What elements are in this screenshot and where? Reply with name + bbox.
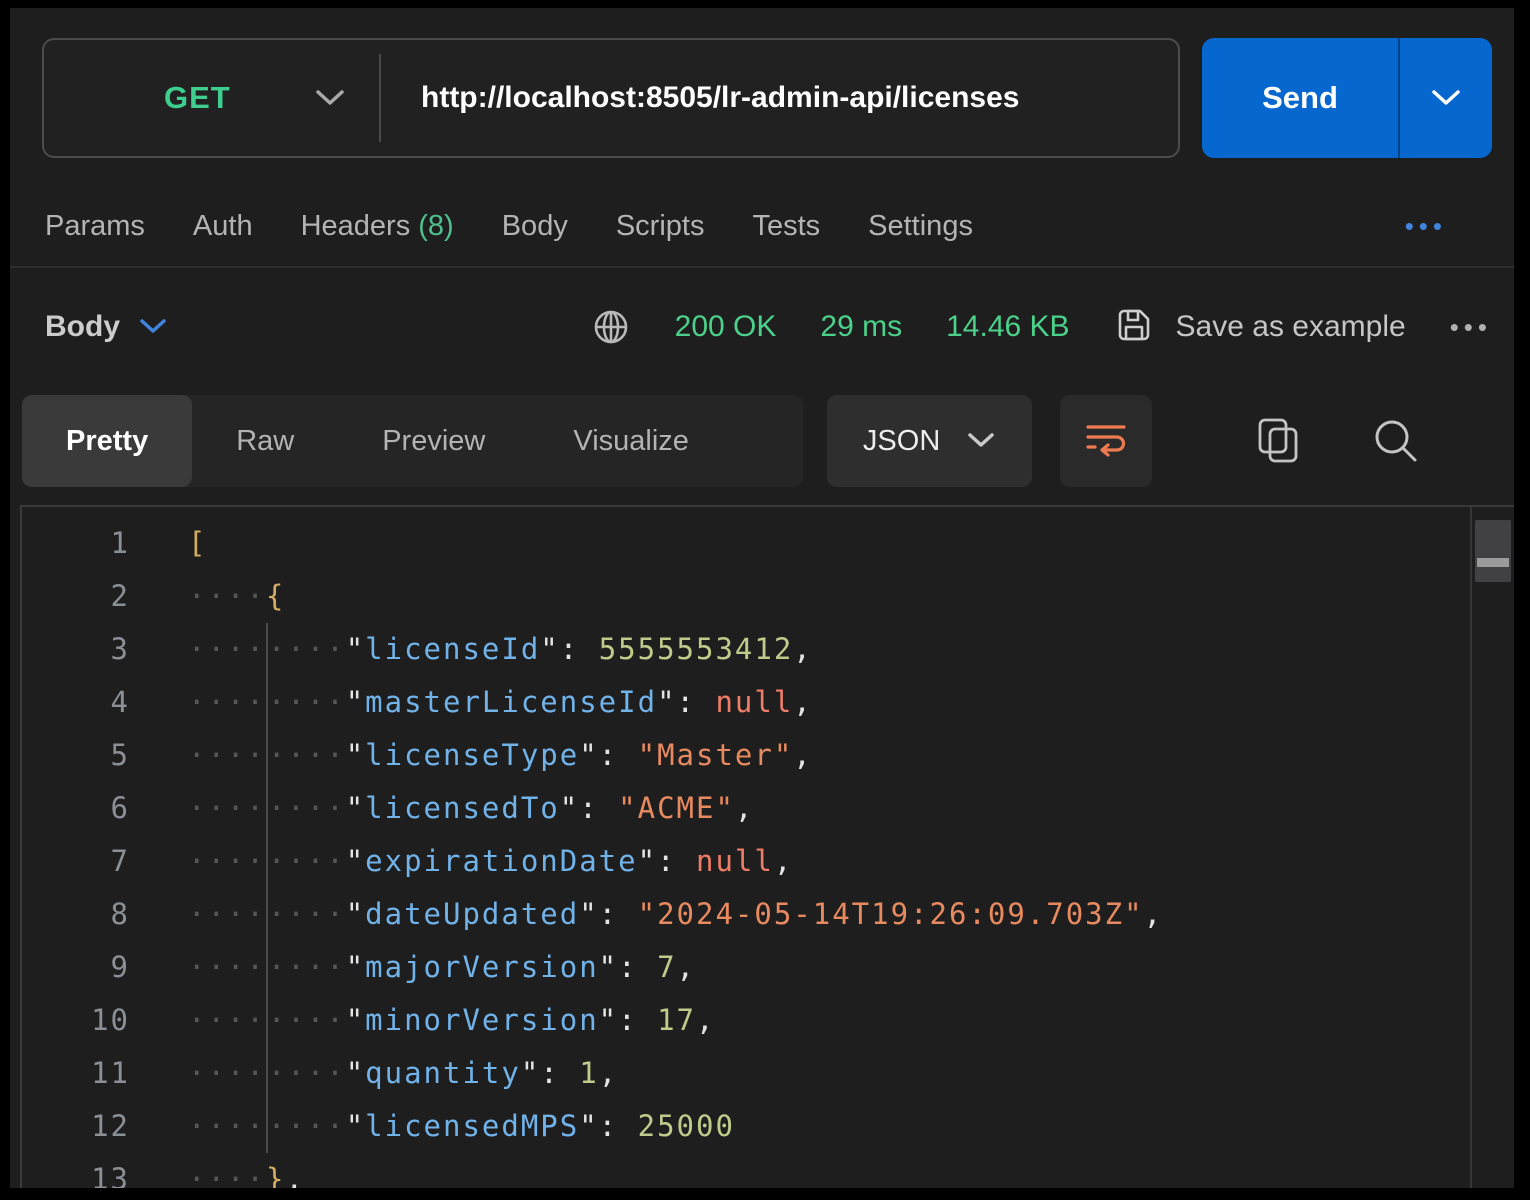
tab-body[interactable]: Body bbox=[502, 210, 568, 243]
line-number: 3 bbox=[22, 623, 130, 676]
tab-auth[interactable]: Auth bbox=[193, 210, 253, 243]
view-tab-visualize[interactable]: Visualize bbox=[529, 395, 733, 487]
line-number: 12 bbox=[22, 1100, 130, 1153]
code-line: 2····{ bbox=[22, 570, 1470, 623]
line-number: 11 bbox=[22, 1047, 130, 1100]
line-number: 7 bbox=[22, 835, 130, 888]
send-options-button[interactable] bbox=[1400, 86, 1492, 110]
line-number: 4 bbox=[22, 676, 130, 729]
method-selector[interactable]: GET bbox=[44, 40, 379, 156]
chevron-down-icon bbox=[138, 317, 168, 337]
code-line: 11········"quantity": 1, bbox=[22, 1047, 1470, 1100]
tab-params[interactable]: Params bbox=[45, 210, 145, 243]
code-lines[interactable]: 1[2····{3········"licenseId": 5555553412… bbox=[22, 507, 1470, 1188]
code-line: 5········"licenseType": "Master", bbox=[22, 729, 1470, 782]
code-line: 10········"minorVersion": 17, bbox=[22, 994, 1470, 1047]
request-tabs: Params Auth Headers (8) Body Scripts Tests Set… bbox=[45, 210, 973, 243]
response-toolbar: PrettyRawPreviewVisualize JSON bbox=[22, 395, 1502, 487]
network-icon[interactable] bbox=[591, 307, 631, 347]
line-number: 10 bbox=[22, 994, 130, 1047]
tab-headers[interactable]: Headers (8) bbox=[301, 210, 454, 243]
scrollbar[interactable] bbox=[1470, 507, 1514, 1188]
response-meta-row: Body 200 OK 29 ms 14.46 KB Save as examp… bbox=[10, 292, 1514, 362]
send-label: Send bbox=[1202, 80, 1398, 116]
section-divider bbox=[10, 266, 1514, 268]
app-window: GET http://localhost:8505/lr-admin-api/l… bbox=[10, 8, 1514, 1188]
line-number: 13 bbox=[22, 1153, 130, 1188]
method-label: GET bbox=[164, 80, 231, 116]
status-badge[interactable]: 200 OK bbox=[675, 310, 777, 344]
view-tab-raw[interactable]: Raw bbox=[192, 395, 338, 487]
code-line: 7········"expirationDate": null, bbox=[22, 835, 1470, 888]
code-line: 4········"masterLicenseId": null, bbox=[22, 676, 1470, 729]
search-icon[interactable] bbox=[1370, 415, 1422, 467]
tab-tests[interactable]: Tests bbox=[752, 210, 820, 243]
send-button[interactable]: Send bbox=[1202, 38, 1492, 158]
copy-icon[interactable] bbox=[1256, 416, 1302, 466]
save-icon bbox=[1114, 305, 1154, 350]
line-number: 8 bbox=[22, 888, 130, 941]
response-size[interactable]: 14.46 KB bbox=[946, 310, 1069, 344]
url-input[interactable]: http://localhost:8505/lr-admin-api/licen… bbox=[381, 40, 1178, 156]
format-label: JSON bbox=[863, 425, 940, 458]
tab-settings[interactable]: Settings bbox=[868, 210, 973, 243]
scrollbar-marker bbox=[1477, 558, 1509, 567]
line-number: 9 bbox=[22, 941, 130, 994]
code-line: 8········"dateUpdated": "2024-05-14T19:2… bbox=[22, 888, 1470, 941]
response-time[interactable]: 29 ms bbox=[820, 310, 902, 344]
line-number: 5 bbox=[22, 729, 130, 782]
code-line: 9········"majorVersion": 7, bbox=[22, 941, 1470, 994]
view-tab-pretty[interactable]: Pretty bbox=[22, 395, 192, 487]
request-url-bar: GET http://localhost:8505/lr-admin-api/l… bbox=[42, 38, 1180, 158]
save-as-example-button[interactable]: Save as example bbox=[1114, 305, 1406, 350]
line-number: 2 bbox=[22, 570, 130, 623]
tab-scripts[interactable]: Scripts bbox=[616, 210, 705, 243]
line-number: 1 bbox=[22, 517, 130, 570]
response-view-tabs: PrettyRawPreviewVisualize bbox=[22, 395, 803, 487]
response-view-label: Body bbox=[45, 310, 120, 344]
scrollbar-thumb[interactable] bbox=[1475, 520, 1511, 582]
code-line: 3········"licenseId": 5555553412, bbox=[22, 623, 1470, 676]
line-number: 6 bbox=[22, 782, 130, 835]
chevron-down-icon bbox=[966, 431, 996, 451]
chevron-down-icon bbox=[313, 87, 347, 109]
response-body-panel: 1[2····{3········"licenseId": 5555553412… bbox=[20, 505, 1514, 1188]
view-tab-preview[interactable]: Preview bbox=[338, 395, 529, 487]
code-line: 6········"licensedTo": "ACME", bbox=[22, 782, 1470, 835]
response-more-button[interactable]: ••• bbox=[1450, 312, 1492, 343]
response-view-selector[interactable]: Body bbox=[45, 310, 168, 344]
save-as-example-label: Save as example bbox=[1176, 310, 1406, 344]
format-selector[interactable]: JSON bbox=[827, 395, 1032, 487]
wrap-lines-icon bbox=[1084, 421, 1128, 462]
wrap-lines-button[interactable] bbox=[1060, 395, 1152, 487]
code-line: 13····}, bbox=[22, 1153, 1470, 1188]
code-line: 12········"licensedMPS": 25000 bbox=[22, 1100, 1470, 1153]
headers-count-badge: (8) bbox=[410, 210, 454, 242]
code-line: 1[ bbox=[22, 517, 1470, 570]
request-more-button[interactable]: ••• bbox=[1405, 211, 1447, 242]
request-tabs-row: Params Auth Headers (8) Body Scripts Tests Set… bbox=[10, 194, 1514, 258]
